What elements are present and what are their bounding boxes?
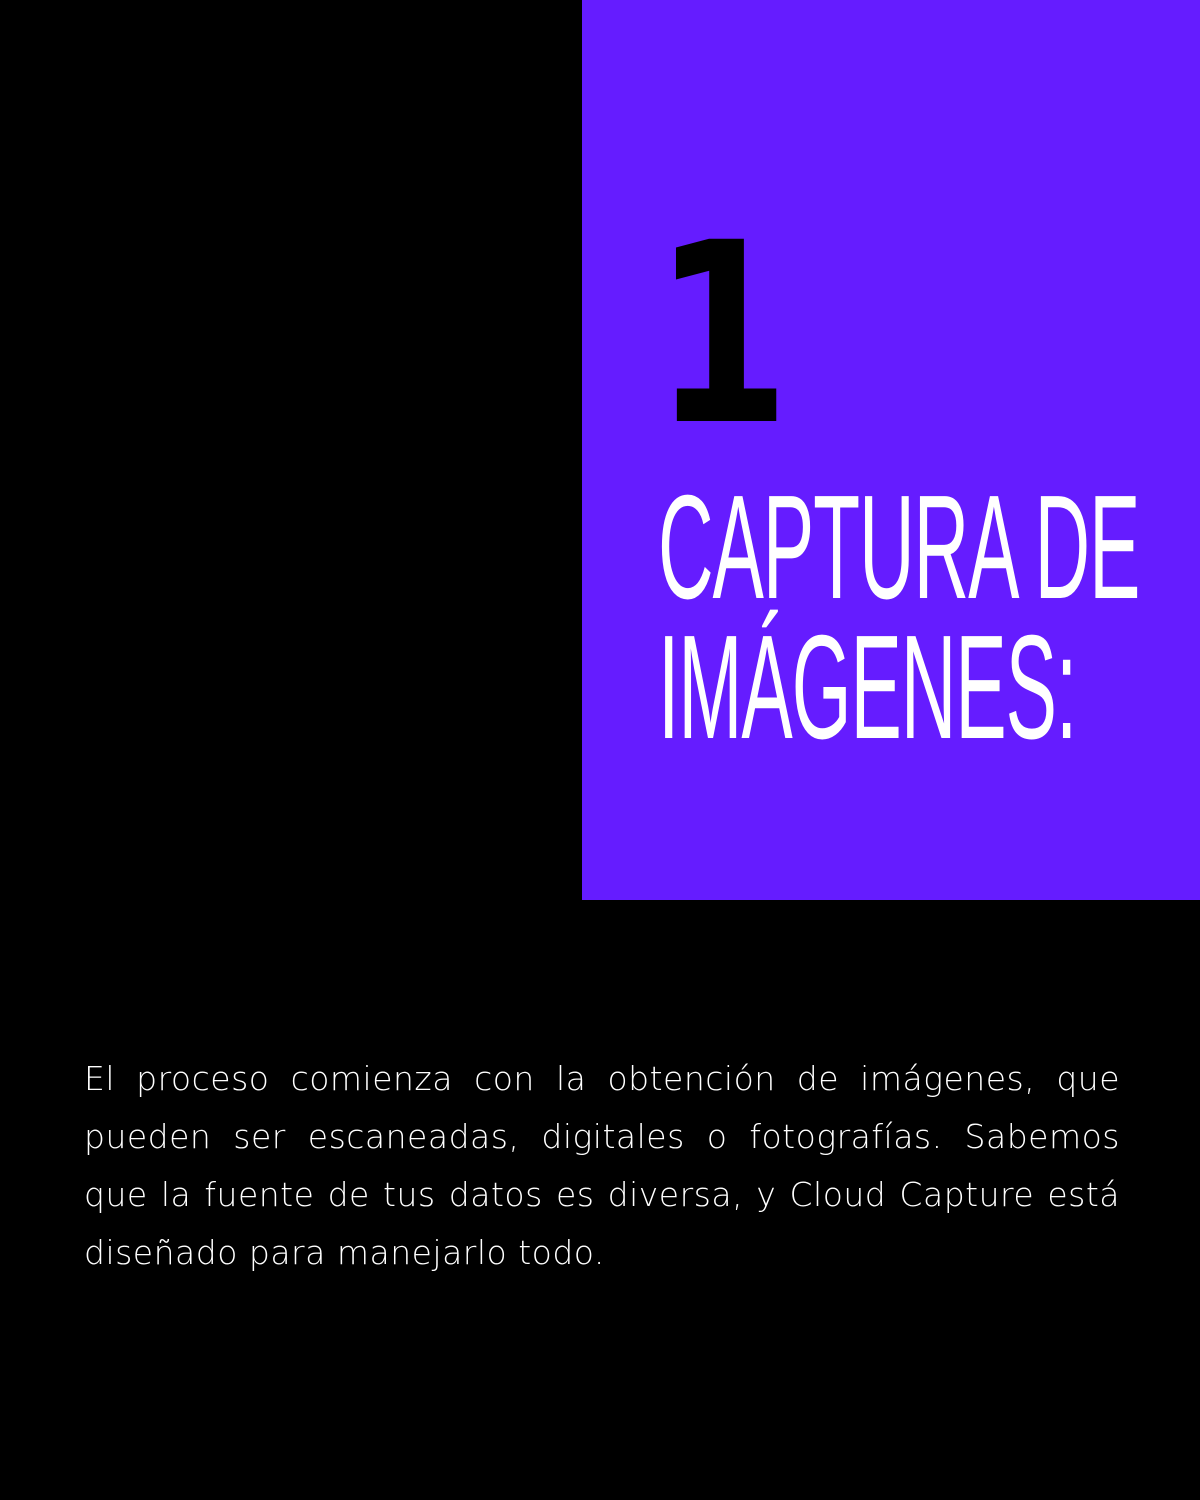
section-title-line-2: IMÁGENES:: [658, 605, 1077, 770]
step-number: 1: [654, 189, 790, 480]
description-paragraph: El proceso comienza con la obtención de …: [84, 1059, 1120, 1272]
section-title-line-1: CAPTURA DE: [658, 465, 1140, 630]
title-panel: 1 CAPTURA DE IMÁGENES:: [582, 0, 1200, 900]
section-title: CAPTURA DE IMÁGENES:: [658, 465, 1140, 770]
